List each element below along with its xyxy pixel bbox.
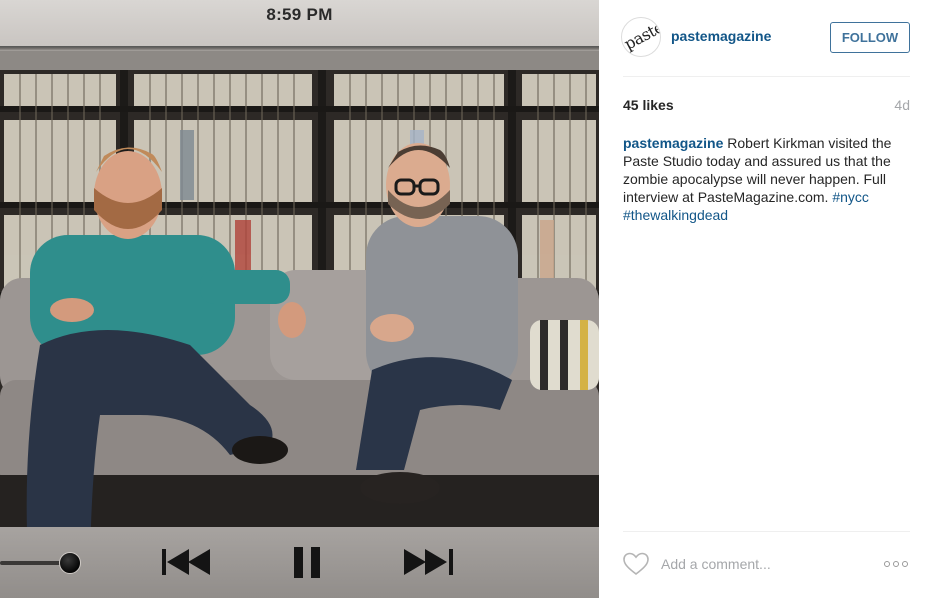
hashtag-link[interactable]: #nycc	[832, 189, 869, 205]
status-bar: 8:59 PM	[0, 0, 599, 46]
hashtag-link[interactable]: #thewalkingdead	[623, 207, 728, 223]
pause-button[interactable]	[292, 545, 322, 579]
comment-input[interactable]	[661, 553, 871, 575]
caption-username[interactable]: pastemagazine	[623, 135, 723, 151]
scrubber-knob[interactable]	[59, 552, 81, 574]
previous-icon	[162, 549, 210, 575]
more-options-button[interactable]	[884, 560, 912, 570]
video-still	[0, 70, 599, 527]
avatar[interactable]: paste	[621, 17, 661, 57]
header-divider	[623, 76, 910, 77]
heart-icon	[623, 552, 649, 576]
likes-count[interactable]: 45 likes	[623, 97, 674, 113]
video-frame[interactable]	[0, 70, 599, 527]
previous-button[interactable]	[160, 545, 214, 579]
avatar-logo: paste	[621, 17, 661, 54]
post-panel: paste pastemagazine FOLLOW 45 likes 4d p…	[599, 0, 933, 598]
like-button[interactable]	[622, 551, 650, 577]
letterbox-band	[0, 51, 599, 70]
playback-controls	[0, 527, 599, 598]
footer-divider	[623, 531, 910, 532]
video-player[interactable]: 8:59 PM	[0, 0, 599, 598]
post-caption: pastemagazine Robert Kirkman visited the…	[623, 134, 913, 224]
post-age: 4d	[894, 97, 910, 113]
next-button[interactable]	[402, 545, 456, 579]
username-link[interactable]: pastemagazine	[671, 28, 771, 44]
next-icon	[404, 549, 453, 575]
follow-button[interactable]: FOLLOW	[830, 22, 910, 53]
status-time: 8:59 PM	[266, 5, 333, 24]
pause-icon	[294, 547, 320, 578]
